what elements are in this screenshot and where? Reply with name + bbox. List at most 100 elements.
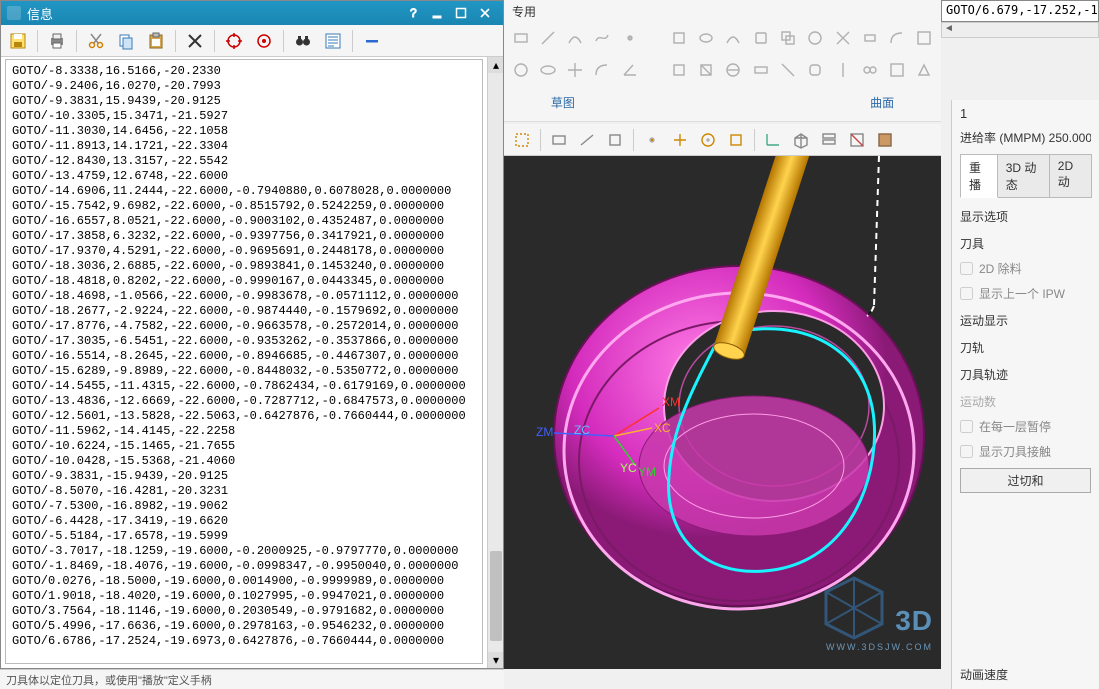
surf2-8-icon[interactable] (859, 58, 880, 82)
info-titlebar[interactable]: 信息 ? (1, 1, 503, 25)
info-toolbar (1, 25, 503, 57)
surf-sweep-icon[interactable] (723, 26, 744, 50)
gouge-check-button[interactable]: 过切和 (960, 468, 1091, 493)
section-motion-count: 运动数 (960, 393, 1091, 410)
list-icon[interactable] (320, 28, 346, 54)
view-section-icon[interactable] (845, 128, 869, 152)
sketch-fillet-icon[interactable] (592, 58, 613, 82)
surf-bbox-icon[interactable] (914, 26, 935, 50)
surf2-2-icon[interactable] (696, 58, 717, 82)
surf-blend-icon[interactable] (886, 26, 907, 50)
ribbon: 草图 曲面 (504, 22, 941, 122)
shape-rect-icon[interactable] (510, 26, 531, 50)
surf-revolve-icon[interactable] (696, 26, 717, 50)
shape-point-icon[interactable] (619, 26, 640, 50)
snap-quad-icon[interactable] (724, 128, 748, 152)
binoculars-icon[interactable] (290, 28, 316, 54)
surf-trim-icon[interactable] (832, 26, 853, 50)
surf-extend-icon[interactable] (859, 26, 880, 50)
step-number: 1 (960, 106, 1091, 121)
command-input[interactable]: GOTO/6.679,-17.252,-19.6 (941, 0, 1099, 22)
command-hscroll[interactable]: ◄ (941, 22, 1099, 38)
view-wcs-icon[interactable] (761, 128, 785, 152)
shape-arc-icon[interactable] (565, 26, 586, 50)
section-tool-trace: 刀具轨迹 (960, 366, 1091, 383)
close-button[interactable] (473, 3, 497, 23)
tab-special[interactable]: 专用 (512, 3, 536, 20)
axis-yc-label: YC (620, 461, 637, 475)
sub-toolbar (504, 124, 941, 156)
filter-body-icon[interactable] (603, 128, 627, 152)
axis-zm-label: ZM (536, 425, 553, 439)
checkbox-show-prev-ipw-label: 显示上一个 IPW (979, 285, 1065, 302)
surf2-6-icon[interactable] (805, 58, 826, 82)
surf2-1-icon[interactable] (668, 58, 689, 82)
surf2-5-icon[interactable] (777, 58, 798, 82)
status-bar: 刀具体以定位刀具，或使用"播放"定义手柄 (0, 669, 504, 689)
sketch-cross-icon[interactable] (565, 58, 586, 82)
save-icon[interactable] (5, 28, 31, 54)
view-iso-icon[interactable] (789, 128, 813, 152)
maximize-button[interactable] (449, 3, 473, 23)
paste-icon[interactable] (143, 28, 169, 54)
info-window: 信息 ? GOTO/-8.3338,16.5166,-20.2330 GOTO/… (0, 0, 504, 669)
tab-replay[interactable]: 重播 (960, 154, 998, 198)
right-panel: 1 进给率 (MMPM) 250.00000 重播 3D 动态 2D 动 显示选… (951, 100, 1099, 689)
shape-line-icon[interactable] (537, 26, 558, 50)
surf2-4-icon[interactable] (750, 58, 771, 82)
checkbox-show-tool-contact[interactable]: 显示刀具接触 (960, 443, 1091, 460)
tab-2d-dynamic[interactable]: 2D 动 (1049, 154, 1092, 198)
surf2-7-icon[interactable] (832, 58, 853, 82)
select-mode-icon[interactable] (510, 128, 534, 152)
scroll-up-icon[interactable]: ▴ (488, 57, 503, 73)
surf-extrude-icon[interactable] (668, 26, 689, 50)
snap-mid-icon[interactable] (668, 128, 692, 152)
section-motion-display: 运动显示 (960, 312, 1091, 329)
sketch-ellipse-icon[interactable] (537, 58, 558, 82)
goto-listing[interactable]: GOTO/-8.3338,16.5166,-20.2330 GOTO/-9.24… (5, 59, 483, 664)
info-body: GOTO/-8.3338,16.5166,-20.2330 GOTO/-9.24… (1, 57, 503, 668)
axis-zc-label: ZC (574, 423, 590, 437)
3d-viewport[interactable]: XM XC ZM ZC YC YM 3D WWW.3DSJW.COM (504, 156, 941, 669)
playback-tabs: 重播 3D 动态 2D 动 (960, 154, 1091, 198)
checkbox-pause-each-layer[interactable]: 在每一层暂停 (960, 418, 1091, 435)
help-button[interactable]: ? (401, 3, 425, 23)
ribbon-group-sketch[interactable]: 草图 (541, 92, 585, 115)
surf2-9-icon[interactable] (886, 58, 907, 82)
tab-3d-dynamic[interactable]: 3D 动态 (997, 154, 1050, 198)
print-icon[interactable] (44, 28, 70, 54)
snap-center-icon[interactable] (696, 128, 720, 152)
filter-edge-icon[interactable] (575, 128, 599, 152)
surf2-3-icon[interactable] (723, 58, 744, 82)
axis-xm-label: XM (662, 395, 680, 409)
sketch-angle-icon[interactable] (619, 58, 640, 82)
checkbox-show-prev-ipw[interactable]: 显示上一个 IPW (960, 285, 1091, 302)
view-layer-icon[interactable] (817, 128, 841, 152)
snap-end-icon[interactable] (640, 128, 664, 152)
info-app-icon (7, 6, 21, 20)
surf-fill-icon[interactable] (805, 26, 826, 50)
axis-xc-label: XC (654, 421, 671, 435)
collapse-icon[interactable] (359, 28, 385, 54)
filter-face-icon[interactable] (547, 128, 571, 152)
scroll-down-icon[interactable]: ▾ (488, 652, 503, 668)
target1-icon[interactable] (221, 28, 247, 54)
ribbon-group-surface[interactable]: 曲面 (860, 92, 904, 115)
section-animation-speed: 动画速度 (960, 666, 1091, 683)
info-vscroll[interactable]: ▴ ▾ (487, 57, 503, 668)
surf2-10-icon[interactable] (914, 58, 935, 82)
cut-icon[interactable] (83, 28, 109, 54)
delete-icon[interactable] (182, 28, 208, 54)
sketch-circle-icon[interactable] (510, 58, 531, 82)
shape-spline-icon[interactable] (592, 26, 613, 50)
copy-icon[interactable] (113, 28, 139, 54)
section-tool: 刀具 (960, 235, 1091, 252)
checkbox-2d-remove[interactable]: 2D 除料 (960, 260, 1091, 277)
svg-text:?: ? (410, 7, 417, 19)
target2-icon[interactable] (251, 28, 277, 54)
view-shade-icon[interactable] (873, 128, 897, 152)
minimize-button[interactable] (425, 3, 449, 23)
surf-loft-icon[interactable] (750, 26, 771, 50)
surf-offset-icon[interactable] (777, 26, 798, 50)
scroll-thumb[interactable] (490, 551, 502, 641)
